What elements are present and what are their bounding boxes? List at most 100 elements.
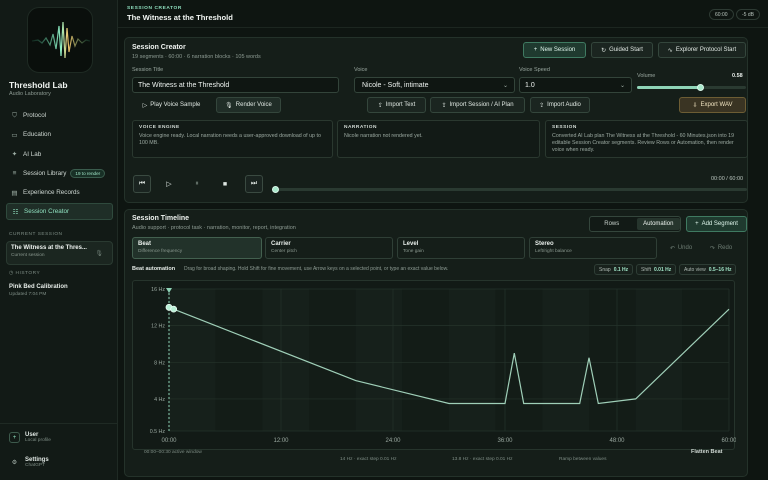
tab-beat-title: Beat [138, 241, 152, 247]
skip-end-button[interactable]: ⏭ [245, 175, 263, 193]
shift-chip[interactable]: Shift 0.01 Hz [636, 264, 677, 275]
current-session-card[interactable]: The Witness at the Thres... Current sess… [6, 241, 113, 265]
volume-slider-knob[interactable] [696, 84, 704, 91]
settings-sub: ChatGPT [25, 463, 45, 468]
undo-button[interactable]: ↶ Undo [662, 240, 700, 256]
guided-start-button[interactable]: ↻ Guided Start [591, 42, 653, 58]
sidebar-item-label: Experience Records [23, 189, 80, 197]
sidebar-item-label: Education [23, 131, 52, 139]
add-segment-button[interactable]: + Add Segment [686, 216, 747, 232]
beat-chart-svg[interactable]: 0.5 Hz 4 Hz 8 Hz 12 Hz 16 Hz 00:00 12:00 24:00 3… [133, 281, 737, 451]
tab-stereo[interactable]: Stereo Left/right balance [529, 237, 657, 259]
sidebar-item-session-library[interactable]: ≡ Session Library 19 to render [6, 165, 113, 182]
play-voice-sample-button[interactable]: ▷ Play Voice Sample [132, 97, 211, 113]
sidebar-item-education[interactable]: ▭ Education [6, 126, 113, 143]
microphone-icon: 🎙︎ [225, 102, 233, 109]
sidebar: Threshold Lab Audio Laboratory ⛉ Protoco… [0, 0, 118, 480]
session-info-body: Converted AI Lab plan The Witness at the… [552, 133, 735, 154]
plus-icon: + [695, 221, 699, 227]
play-icon: ▷ [166, 181, 172, 188]
gear-icon: ⚙ [11, 460, 18, 466]
beat-automation-chart[interactable]: 0.5 Hz 4 Hz 8 Hz 12 Hz 16 Hz 00:00 12:00 24:00 3… [132, 280, 737, 451]
import-audio-label: Import Audio [547, 102, 581, 108]
microphone-icon: 🎙︎ [95, 251, 103, 257]
import-session-button[interactable]: ⇪ Import Session / AI Plan [430, 97, 525, 113]
user-profile-button[interactable]: + User Local profile [9, 432, 51, 443]
import-text-button[interactable]: ⇪ Import Text [367, 97, 426, 113]
segment-band [682, 289, 729, 431]
tab-level[interactable]: Level Tone gain [397, 237, 525, 259]
tab-level-sub: Tone gain [403, 249, 424, 254]
voice-select-value: Nicole - Soft, intimate [362, 81, 429, 89]
narration-box: NARRATION Nicole narration not rendered … [337, 120, 540, 158]
seek-knob[interactable] [271, 186, 279, 193]
sidebar-item-session-creator[interactable]: ☷ Session Creator [6, 203, 113, 221]
automation-label: Beat automation [132, 266, 176, 272]
app-subtitle: Audio Laboratory [9, 91, 51, 97]
timeline-title: Session Timeline [132, 215, 190, 222]
segment-band [495, 289, 543, 431]
volume-value: 0.58 [732, 73, 743, 79]
tab-carrier[interactable]: Carrier Center pitch [265, 237, 393, 259]
sidebar-item-label: Protocol [23, 112, 47, 119]
chevron-down-icon: ⌄ [619, 82, 625, 89]
import-audio-button[interactable]: ⇪ Import Audio [530, 97, 590, 113]
auto-view-chip[interactable]: Auto view 0.5–16 Hz [679, 264, 737, 275]
volume-slider-fill [637, 86, 701, 89]
voice-speed-select[interactable]: 1.0 ⌄ [519, 77, 632, 93]
app-logo [27, 7, 93, 73]
plus-icon: + [533, 47, 538, 53]
settings-button[interactable]: ⚙ Settings ChatGPT [9, 457, 49, 468]
chevron-down-icon: ⌄ [502, 82, 508, 89]
new-session-button[interactable]: + New Session [523, 42, 586, 58]
volume-slider[interactable] [637, 84, 746, 91]
render-count-badge: 19 to render [70, 168, 106, 178]
render-voice-label: Render Voice [235, 102, 272, 108]
snap-chip[interactable]: Snap 0.1 Hz [594, 264, 634, 275]
redo-button[interactable]: ↷ Redo [702, 240, 740, 256]
playback-seek-slider[interactable] [271, 186, 747, 193]
skip-back-icon: ⏮ [138, 180, 146, 187]
pause-button[interactable]: ⏸ [188, 175, 206, 193]
page-kicker: SESSION CREATOR [127, 6, 182, 11]
segment-band [355, 289, 403, 431]
automation-point[interactable] [170, 305, 178, 313]
stop-button[interactable]: ■ [216, 175, 234, 193]
skip-start-button[interactable]: ⏮ [133, 175, 151, 193]
automation-tab[interactable]: Automation [636, 218, 680, 230]
session-title-label: Session Title [132, 67, 164, 73]
sidebar-item-protocol[interactable]: ⛉ Protocol [6, 107, 113, 124]
y-tick-label: 4 Hz [154, 397, 165, 403]
refresh-icon: ↻ [601, 47, 607, 54]
view-toggle: Rows Automation [589, 216, 681, 232]
voice-select[interactable]: Nicole - Soft, intimate ⌄ [354, 77, 515, 93]
segment-band [402, 289, 449, 431]
explorer-start-button[interactable]: ∿ Explorer Protocol Start [658, 42, 746, 58]
rows-tab[interactable]: Rows [590, 221, 634, 227]
play-button[interactable]: ▷ [160, 175, 178, 193]
sidebar-item-experience-records[interactable]: ▤ Experience Records [6, 184, 113, 201]
skip-forward-icon: ⏭ [250, 180, 258, 187]
undo-icon: ↶ [669, 245, 675, 252]
current-session-title: The Witness at the Thres... [11, 245, 87, 251]
session-title-input[interactable]: The Witness at the Threshold [132, 77, 339, 93]
segment-band [215, 289, 263, 431]
user-sub: Local profile [25, 438, 51, 443]
voice-speed-value: 1.0 [525, 81, 535, 89]
x-tick-label: 00:00 [161, 438, 177, 444]
sidebar-item-ai-lab[interactable]: ✦ AI Lab [6, 146, 113, 163]
plus-icon: + [9, 432, 20, 443]
history-item[interactable]: Pink Bed Calibration Updated 7:04 PM [9, 284, 68, 297]
shift-label: Shift [641, 266, 652, 273]
export-wav-button[interactable]: ⇩ Export WAV [679, 97, 746, 113]
y-tick-label: 0.5 Hz [150, 429, 166, 435]
voice-engine-box: VOICE ENGINE Voice engine ready. Local n… [132, 120, 333, 158]
tab-beat[interactable]: Beat Difference frequency [132, 237, 262, 259]
flatten-beat-button[interactable]: Flatten Beat [691, 449, 722, 455]
new-session-label: New Session [540, 47, 576, 53]
x-tick-label: 12:00 [273, 438, 289, 444]
y-tick-label: 16 Hz [151, 287, 165, 293]
render-voice-button[interactable]: 🎙︎ Render Voice [216, 97, 281, 113]
snap-value: 0.1 Hz [613, 266, 629, 273]
download-icon: ⇩ [692, 102, 698, 109]
